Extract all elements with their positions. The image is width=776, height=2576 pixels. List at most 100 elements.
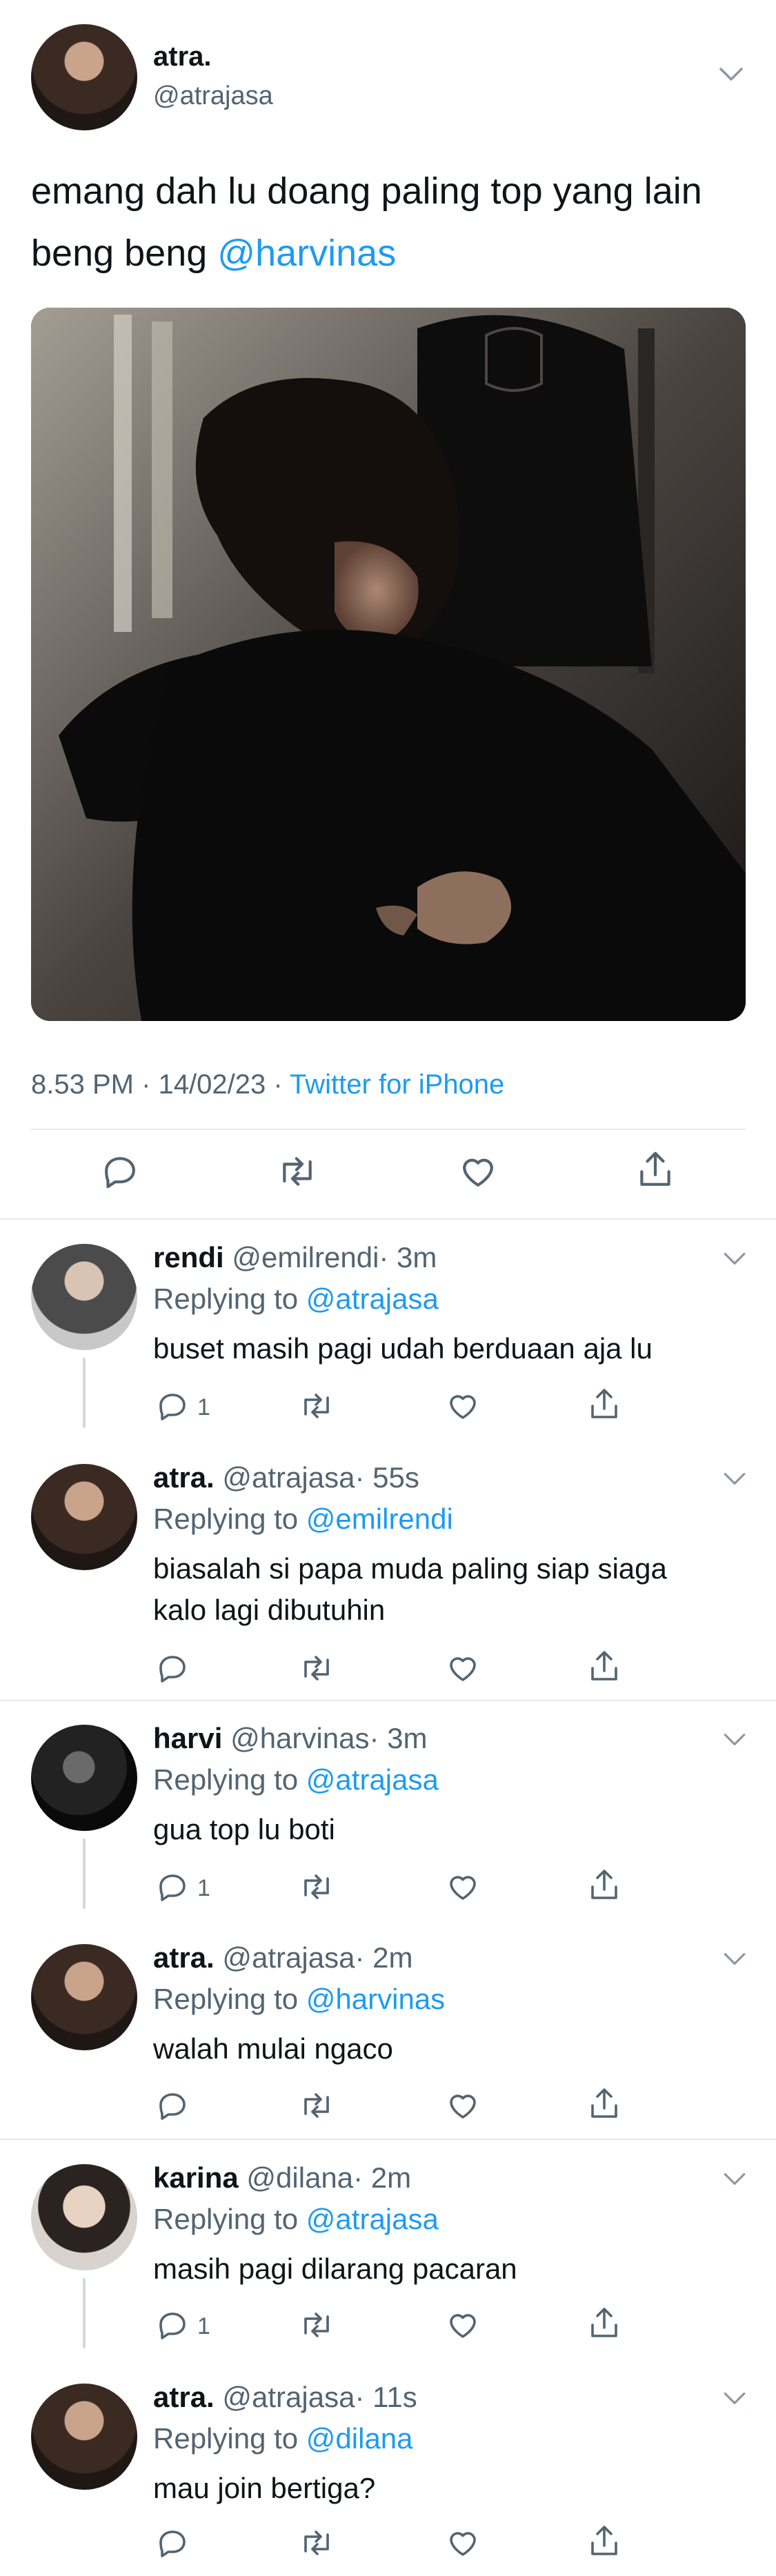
replying-to-label: Replying to xyxy=(153,1763,299,1796)
reply-count: 1 xyxy=(197,2313,210,2339)
like-icon[interactable] xyxy=(446,1389,480,1423)
reply-header: rendi @emilrendi· 3m xyxy=(153,1241,437,1274)
retweet-icon[interactable] xyxy=(298,1870,335,1903)
reply-avatar[interactable] xyxy=(31,2164,137,2270)
reply-header: karina @dilana· 2m xyxy=(153,2161,411,2194)
share-icon[interactable] xyxy=(588,1649,621,1685)
reply-avatar[interactable] xyxy=(31,1244,137,1350)
share-icon[interactable] xyxy=(588,2524,621,2559)
like-icon[interactable] xyxy=(446,2526,480,2559)
reply-count: 1 xyxy=(197,1394,210,1420)
replying-to-link[interactable]: @atrajasa xyxy=(306,1763,439,1796)
reply-author-name[interactable]: rendi xyxy=(153,1241,224,1274)
reply-author-name[interactable]: atra. xyxy=(153,1461,215,1494)
thread-line xyxy=(83,1839,86,1909)
author-name[interactable]: atra. xyxy=(153,41,212,72)
reply-avatar[interactable] xyxy=(31,1725,137,1831)
reply-options-chevron-icon[interactable] xyxy=(723,1251,746,1267)
reply-options-chevron-icon[interactable] xyxy=(723,2391,746,2406)
share-icon[interactable] xyxy=(588,2086,621,2122)
share-icon[interactable] xyxy=(588,1387,621,1423)
retweet-icon[interactable] xyxy=(276,1152,319,1191)
reply-options-chevron-icon[interactable] xyxy=(723,2172,746,2187)
reply-icon[interactable] xyxy=(156,2089,189,2122)
reply-author-handle[interactable]: @atrajasa xyxy=(222,1941,355,1974)
reply-icon[interactable] xyxy=(156,1389,189,1423)
reply-icon[interactable] xyxy=(156,1652,189,1685)
reply-author-name[interactable]: atra. xyxy=(153,1941,215,1974)
retweet-icon[interactable] xyxy=(298,1652,335,1685)
reply-time: · 3m xyxy=(379,1241,437,1274)
reply-count: 1 xyxy=(197,1875,210,1901)
replying-to-label: Replying to xyxy=(153,1503,299,1535)
like-icon[interactable] xyxy=(446,2308,480,2341)
divider xyxy=(0,2139,776,2140)
replying-to: Replying to @harvinas xyxy=(153,1983,445,2016)
tweet-timestamp[interactable]: 8.53 PM · 14/02/23 · xyxy=(31,1069,290,1100)
reply-header: atra. @atrajasa· 2m xyxy=(153,1941,412,1974)
replying-to-link[interactable]: @atrajasa xyxy=(306,1282,439,1315)
reply-text: biasalah si papa muda paling siap siaga … xyxy=(153,1548,667,1631)
like-icon[interactable] xyxy=(458,1152,498,1191)
author-handle[interactable]: @atrajasa xyxy=(153,81,273,111)
like-icon[interactable] xyxy=(446,2089,480,2122)
replying-to-label: Replying to xyxy=(153,1983,299,2015)
reply-author-handle[interactable]: @harvinas xyxy=(230,1722,369,1754)
reply-options-chevron-icon[interactable] xyxy=(723,1952,746,1967)
replying-to: Replying to @atrajasa xyxy=(153,1282,439,1316)
tweet-meta: 8.53 PM · 14/02/23 · Twitter for iPhone xyxy=(31,1069,504,1100)
share-icon[interactable] xyxy=(588,2306,621,2341)
replying-to-label: Replying to xyxy=(153,2203,299,2235)
reply-text: gua top lu boti xyxy=(153,1813,335,1845)
replying-to-link[interactable]: @harvinas xyxy=(306,1983,445,2015)
reply-author-handle[interactable]: @atrajasa xyxy=(222,2381,355,2413)
replying-to: Replying to @atrajasa xyxy=(153,2203,439,2236)
retweet-icon[interactable] xyxy=(298,2089,335,2122)
replying-to-link[interactable]: @atrajasa xyxy=(306,2203,439,2235)
reply-icon[interactable] xyxy=(156,2526,189,2559)
reply-header: harvi @harvinas· 3m xyxy=(153,1722,427,1755)
replying-to-label: Replying to xyxy=(153,2422,299,2455)
like-icon[interactable] xyxy=(446,1652,480,1685)
reply-header: atra. @atrajasa· 11s xyxy=(153,2381,417,2414)
reply-avatar[interactable] xyxy=(31,1464,137,1570)
reply-icon[interactable] xyxy=(156,1870,189,1903)
tweet-mention-link[interactable]: @harvinas xyxy=(217,232,396,274)
share-icon[interactable] xyxy=(588,1867,621,1903)
reply-avatar[interactable] xyxy=(31,2384,137,2490)
reply-time: · 3m xyxy=(369,1722,428,1754)
replying-to-link[interactable]: @dilana xyxy=(306,2422,413,2455)
retweet-icon[interactable] xyxy=(298,2308,335,2341)
reply-text: masih pagi dilarang pacaran xyxy=(153,2252,517,2285)
replying-to-link[interactable]: @emilrendi xyxy=(306,1503,453,1535)
reply-options-chevron-icon[interactable] xyxy=(723,1472,746,1487)
like-icon[interactable] xyxy=(446,1870,480,1903)
retweet-icon[interactable] xyxy=(298,2526,335,2559)
tweet-options-chevron-icon[interactable] xyxy=(719,66,744,83)
reply-avatar[interactable] xyxy=(31,1944,137,2050)
tweet-photo[interactable] xyxy=(31,308,746,1021)
retweet-icon[interactable] xyxy=(298,1389,335,1423)
reply-author-name[interactable]: karina xyxy=(153,2161,239,2194)
reply-text: mau join bertiga? xyxy=(153,2472,376,2504)
thread-line xyxy=(83,1358,86,1428)
reply-icon[interactable] xyxy=(156,2308,189,2341)
reply-text-line: biasalah si papa muda paling siap siaga xyxy=(153,1552,667,1585)
share-icon[interactable] xyxy=(636,1149,675,1191)
reply-icon[interactable] xyxy=(101,1152,139,1191)
reply-time: · 2m xyxy=(355,1941,413,1974)
replying-to: Replying to @emilrendi xyxy=(153,1503,453,1536)
reply-author-handle[interactable]: @dilana xyxy=(246,2161,353,2194)
reply-author-handle[interactable]: @emilrendi xyxy=(232,1241,379,1274)
reply-author-handle[interactable]: @atrajasa xyxy=(222,1461,355,1494)
reply-header: atra. @atrajasa· 55s xyxy=(153,1461,419,1494)
author-avatar[interactable] xyxy=(31,24,137,130)
divider xyxy=(0,1218,776,1220)
reply-options-chevron-icon[interactable] xyxy=(723,1732,746,1747)
replying-to-label: Replying to xyxy=(153,1282,299,1315)
reply-time: · 2m xyxy=(353,2161,412,2194)
reply-time: · 11s xyxy=(355,2381,417,2413)
tweet-source-link[interactable]: Twitter for iPhone xyxy=(290,1069,504,1100)
reply-author-name[interactable]: atra. xyxy=(153,2381,215,2413)
reply-author-name[interactable]: harvi xyxy=(153,1722,222,1754)
